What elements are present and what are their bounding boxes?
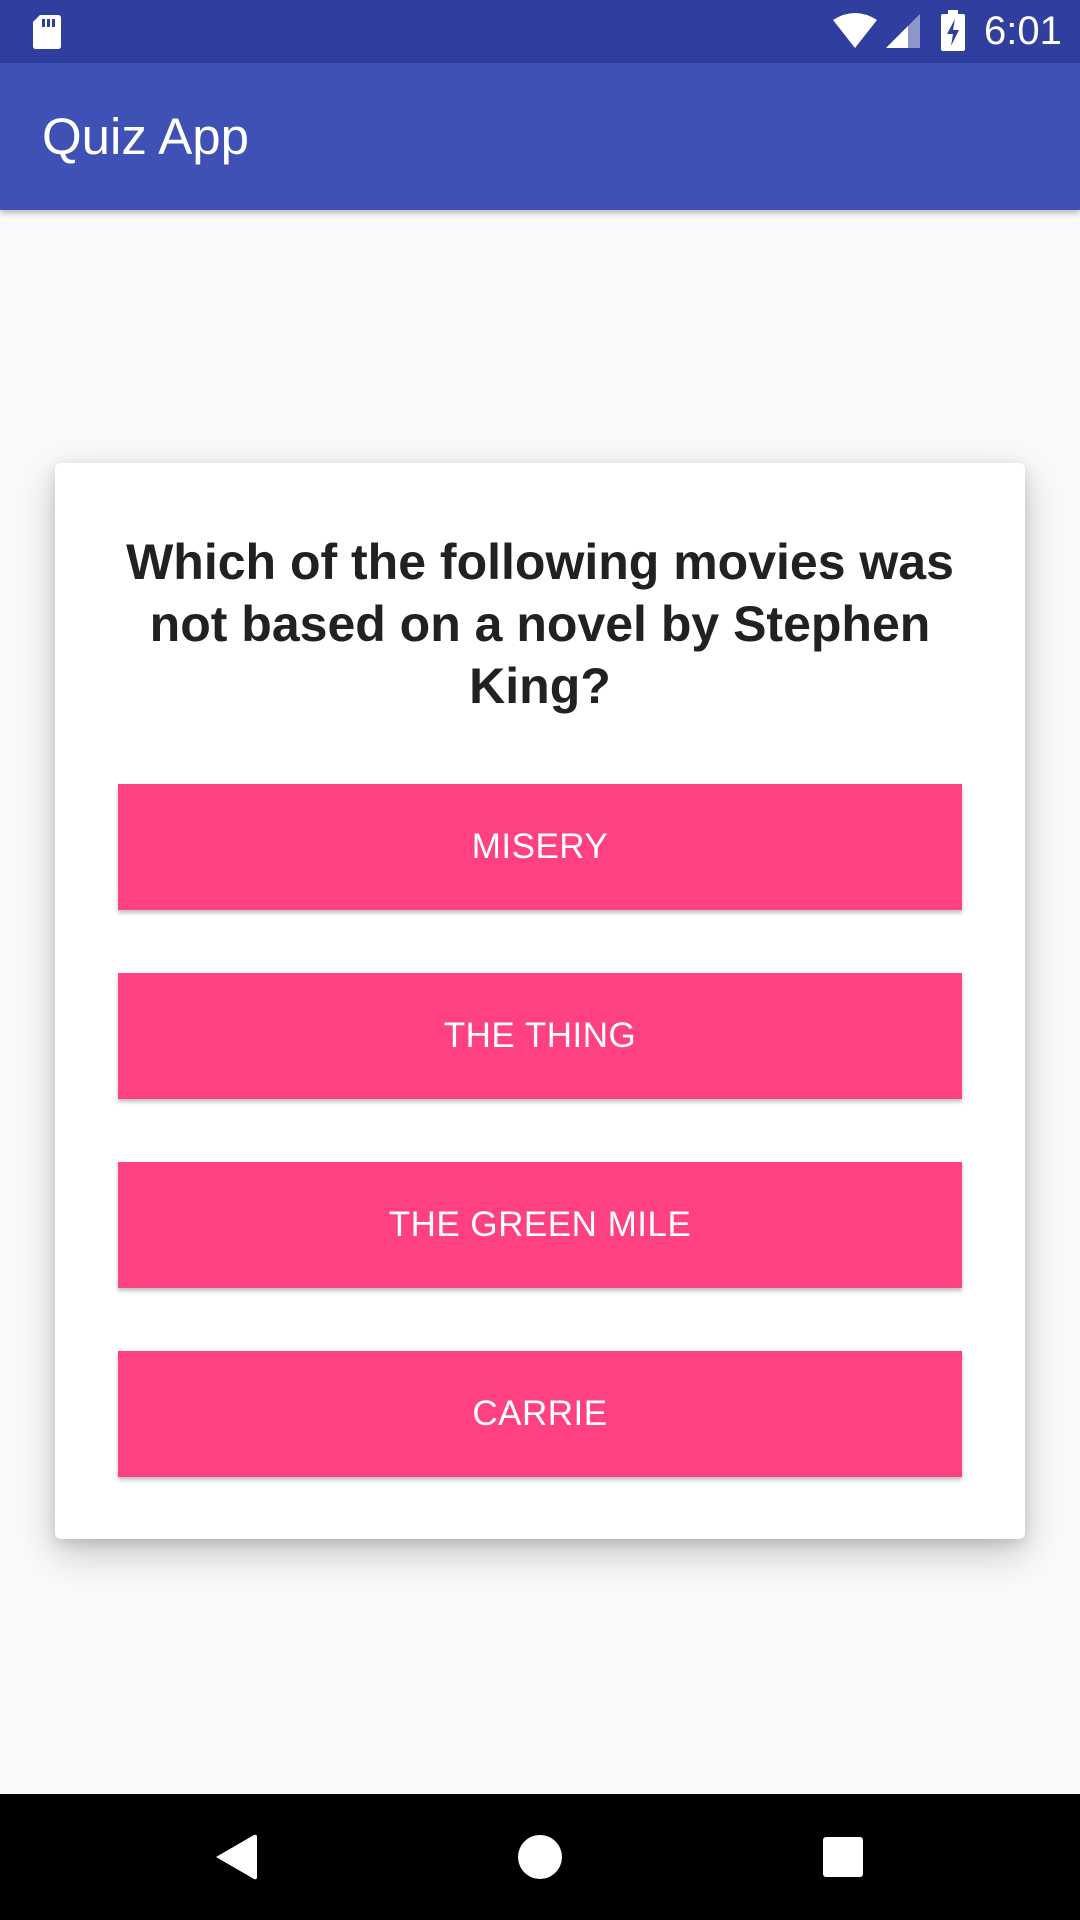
sd-card-icon bbox=[33, 15, 61, 49]
home-icon[interactable] bbox=[505, 1822, 575, 1892]
answer-button-the-green-mile[interactable]: THE GREEN MILE bbox=[118, 1162, 962, 1288]
answer-button-carrie[interactable]: CARRIE bbox=[118, 1351, 962, 1477]
question-text: Which of the following movies was not ba… bbox=[126, 534, 954, 714]
back-icon[interactable] bbox=[202, 1822, 272, 1892]
navigation-bar bbox=[0, 1794, 1080, 1920]
app-title: Quiz App bbox=[42, 108, 249, 165]
app-toolbar: Quiz App bbox=[0, 63, 1080, 210]
battery-charging-icon bbox=[941, 10, 965, 51]
quiz-screen: 6:01 Quiz App Which of the following mov… bbox=[0, 0, 1080, 1920]
status-bar: 6:01 bbox=[0, 0, 1080, 63]
recents-icon[interactable] bbox=[808, 1822, 878, 1892]
question-card: Which of the following movies was not ba… bbox=[55, 463, 1025, 1539]
wifi-icon bbox=[833, 13, 877, 48]
answer-button-misery[interactable]: MISERY bbox=[118, 784, 962, 910]
answer-button-the-thing[interactable]: THE THING bbox=[118, 973, 962, 1099]
status-clock: 6:01 bbox=[984, 9, 1062, 53]
cell-signal-icon bbox=[886, 14, 920, 48]
